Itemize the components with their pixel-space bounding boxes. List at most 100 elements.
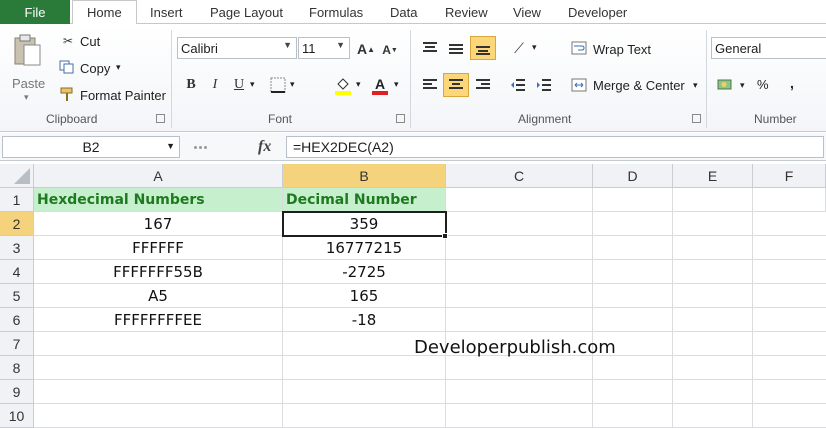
cell-b4[interactable]: -2725 bbox=[283, 260, 446, 284]
paste-button[interactable]: Paste bbox=[12, 76, 45, 91]
font-color-icon[interactable]: A bbox=[369, 74, 391, 96]
number-format-select[interactable]: General bbox=[711, 37, 826, 59]
comma-style-icon[interactable]: , bbox=[790, 75, 794, 91]
cell-b1[interactable]: Decimal Number bbox=[283, 188, 446, 212]
cut-icon[interactable]: ✂ bbox=[60, 33, 76, 49]
chevron-down-icon[interactable]: ▾ bbox=[532, 42, 537, 53]
chevron-down-icon[interactable]: ▾ bbox=[693, 80, 698, 91]
column-header-b[interactable]: B bbox=[283, 164, 446, 188]
tab-review[interactable]: Review bbox=[445, 0, 488, 24]
cell-f1[interactable] bbox=[753, 188, 826, 212]
cell-b5[interactable]: 165 bbox=[283, 284, 446, 308]
cell-a7[interactable] bbox=[34, 332, 283, 356]
chevron-down-icon[interactable]: ▾ bbox=[356, 79, 361, 90]
alignment-launcher-icon[interactable] bbox=[692, 114, 701, 123]
tab-file[interactable]: File bbox=[0, 0, 70, 24]
copy-icon[interactable] bbox=[58, 59, 76, 75]
chevron-down-icon[interactable]: ▼ bbox=[166, 141, 175, 151]
cell-a4[interactable]: FFFFFFF55B bbox=[34, 260, 283, 284]
tab-home[interactable]: Home bbox=[72, 0, 137, 25]
merge-center-button[interactable]: Merge & Center bbox=[593, 78, 685, 93]
row-header-10[interactable]: 10 bbox=[0, 404, 34, 428]
align-left-icon[interactable] bbox=[420, 75, 440, 95]
column-header-e[interactable]: E bbox=[673, 164, 753, 188]
cell-d1[interactable] bbox=[593, 188, 673, 212]
cell-b8[interactable] bbox=[283, 356, 446, 380]
cell-a5[interactable]: A5 bbox=[34, 284, 283, 308]
row-header-5[interactable]: 5 bbox=[0, 284, 34, 308]
formula-bar-grip[interactable] bbox=[194, 139, 214, 155]
tab-developer[interactable]: Developer bbox=[568, 0, 627, 24]
cell-b9[interactable] bbox=[283, 380, 446, 404]
column-header-a[interactable]: A bbox=[34, 164, 283, 188]
tab-data[interactable]: Data bbox=[390, 0, 417, 24]
wrap-text-icon[interactable] bbox=[570, 39, 588, 57]
cell-a8[interactable] bbox=[34, 356, 283, 380]
tab-page-layout[interactable]: Page Layout bbox=[210, 0, 283, 24]
row-header-9[interactable]: 9 bbox=[0, 380, 34, 404]
cell-b10[interactable] bbox=[283, 404, 446, 428]
align-right-icon[interactable] bbox=[473, 75, 493, 95]
row-header-4[interactable]: 4 bbox=[0, 260, 34, 284]
paste-icon[interactable] bbox=[10, 32, 46, 70]
cell-b3[interactable]: 16777215 bbox=[283, 236, 446, 260]
cut-button[interactable]: Cut bbox=[80, 34, 100, 49]
chevron-down-icon[interactable]: ▾ bbox=[740, 80, 745, 91]
align-bottom-icon[interactable] bbox=[470, 36, 496, 60]
paste-dropdown-icon[interactable]: ▾ bbox=[24, 92, 29, 103]
row-header-7[interactable]: 7 bbox=[0, 332, 34, 356]
align-center-icon[interactable] bbox=[443, 73, 469, 97]
copy-button[interactable]: Copy bbox=[80, 61, 110, 76]
font-launcher-icon[interactable] bbox=[396, 114, 405, 123]
column-header-d[interactable]: D bbox=[593, 164, 673, 188]
grow-font-icon[interactable]: A ▲ bbox=[356, 39, 376, 59]
chevron-down-icon[interactable]: ▾ bbox=[250, 79, 255, 90]
align-middle-icon[interactable] bbox=[446, 38, 466, 58]
fill-color-icon[interactable] bbox=[332, 74, 354, 96]
cell-e1[interactable] bbox=[673, 188, 753, 212]
shrink-font-icon[interactable]: A ▼ bbox=[380, 40, 400, 60]
row-header-3[interactable]: 3 bbox=[0, 236, 34, 260]
underline-button[interactable]: U bbox=[230, 76, 248, 94]
wrap-text-button[interactable]: Wrap Text bbox=[593, 42, 651, 57]
borders-icon[interactable] bbox=[268, 76, 288, 94]
row-header-8[interactable]: 8 bbox=[0, 356, 34, 380]
format-painter-button[interactable]: Format Painter bbox=[80, 88, 166, 103]
format-painter-icon[interactable] bbox=[58, 86, 76, 102]
row-header-6[interactable]: 6 bbox=[0, 308, 34, 332]
cell-a6[interactable]: FFFFFFFFEE bbox=[34, 308, 283, 332]
cell-c1[interactable] bbox=[446, 188, 593, 212]
cell-b2[interactable]: 359 bbox=[283, 212, 446, 236]
row-header-1[interactable]: 1 bbox=[0, 188, 34, 212]
chevron-down-icon[interactable]: ▾ bbox=[290, 79, 295, 90]
tab-insert[interactable]: Insert bbox=[150, 0, 183, 24]
cell-a3[interactable]: FFFFFF bbox=[34, 236, 283, 260]
percent-style-button[interactable]: % bbox=[757, 77, 769, 92]
copy-dropdown-icon[interactable]: ▾ bbox=[116, 62, 121, 73]
tab-formulas[interactable]: Formulas bbox=[309, 0, 363, 24]
cell-b6[interactable]: -18 bbox=[283, 308, 446, 332]
tab-view[interactable]: View bbox=[513, 0, 541, 24]
bold-button[interactable]: B bbox=[182, 76, 200, 94]
align-top-icon[interactable] bbox=[420, 38, 440, 58]
empty-cells-region[interactable] bbox=[446, 212, 826, 428]
row-header-2[interactable]: 2 bbox=[0, 212, 34, 236]
column-header-c[interactable]: C bbox=[446, 164, 593, 188]
cell-a9[interactable] bbox=[34, 380, 283, 404]
increase-indent-icon[interactable] bbox=[534, 75, 554, 95]
orientation-icon[interactable]: ⟋ bbox=[508, 38, 530, 58]
font-size-select[interactable]: 11 ▼ bbox=[298, 37, 350, 59]
formula-input[interactable]: =HEX2DEC(A2) bbox=[286, 136, 824, 158]
cell-a10[interactable] bbox=[34, 404, 283, 428]
select-all-button[interactable] bbox=[0, 164, 34, 188]
cell-a2[interactable]: 167 bbox=[34, 212, 283, 236]
column-header-f[interactable]: F bbox=[753, 164, 826, 188]
merge-center-icon[interactable] bbox=[570, 76, 588, 94]
font-name-select[interactable]: Calibri ▼ bbox=[177, 37, 297, 59]
decrease-indent-icon[interactable] bbox=[508, 75, 528, 95]
accounting-format-icon[interactable] bbox=[716, 75, 736, 95]
fill-handle[interactable] bbox=[442, 233, 448, 239]
chevron-down-icon[interactable]: ▾ bbox=[394, 79, 399, 90]
insert-function-button[interactable]: fx bbox=[258, 138, 271, 156]
italic-button[interactable]: I bbox=[206, 76, 224, 94]
